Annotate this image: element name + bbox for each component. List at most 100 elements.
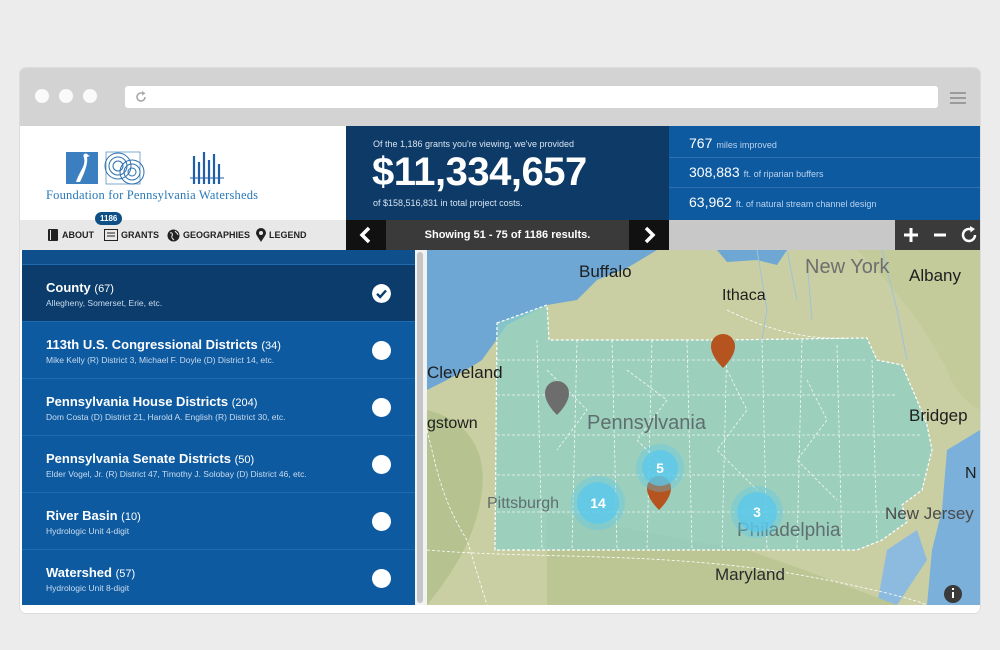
browser-chrome [20,68,980,126]
zoom-in-button[interactable] [897,220,925,250]
geography-count: (204) [231,397,258,409]
geography-item-house[interactable]: Pennsylvania House Districts (204) Dom C… [22,378,415,436]
window-dot-maximize[interactable] [83,89,97,103]
nav-about-label: ABOUT [62,230,94,240]
geography-name: Pennsylvania Senate Districts [46,451,231,466]
window-dot-minimize[interactable] [59,89,73,103]
map-cluster-3[interactable]: 3 [737,492,777,532]
checkmark-icon[interactable] [372,284,391,303]
map-label-maryland: Maryland [715,565,785,584]
geography-list: County (67) Allegheny, Somerset, Erie, e… [22,250,415,605]
radio-button[interactable] [372,512,391,531]
stat-riparian: 308,883 ft. of riparian buffers [689,164,823,180]
nav-geographies[interactable]: GEOGRAPHIES [167,220,250,250]
nav-grants-label: GRANTS [121,230,159,240]
radio-button[interactable] [372,455,391,474]
main-nav: ABOUT GRANTS 1186 GEOGRAPHIES LEGEND [20,212,346,250]
geography-name: 113th U.S. Congressional Districts [46,337,258,352]
funding-amount: $11,334,657 [372,150,587,194]
nav-legend[interactable]: LEGEND [256,220,307,250]
geography-item-county[interactable]: County (67) Allegheny, Somerset, Erie, e… [22,264,415,322]
reset-map-button[interactable] [955,220,980,250]
geography-count: (67) [94,283,114,295]
grants-icon [104,229,118,241]
plus-icon [904,228,918,242]
geography-title: Pennsylvania House Districts (204) [46,394,257,409]
geography-count: (57) [115,568,136,580]
nav-about[interactable]: ABOUT [47,220,94,250]
geography-item-watershed[interactable]: Watershed (57) Hydrologic Unit 8-digit [22,549,415,607]
globe-icon [167,229,180,241]
map-view[interactable]: Buffalo Ithaca New York Albany Cleveland… [427,250,980,605]
map-label-pennsylvania: Pennsylvania [587,412,706,434]
grants-count-badge: 1186 [95,212,123,225]
stat-label: ft. of riparian buffers [743,169,824,179]
map-label-cleveland: Cleveland [427,363,503,382]
minus-icon [934,233,946,237]
window-dot-close[interactable] [35,89,49,103]
results-pager: Showing 51 - 75 of 1186 results. [346,220,669,250]
nav-legend-label: LEGEND [269,230,307,240]
geography-title: County (67) [46,280,114,295]
refresh-icon [961,226,977,243]
map-cluster-5[interactable]: 5 [642,450,678,486]
scroll-thumb[interactable] [417,252,423,603]
reload-icon[interactable] [133,89,149,105]
stat-value: 308,883 [689,164,740,180]
map-label-edge: N [965,465,977,482]
map-label-albany: Albany [909,266,961,285]
geography-item-river-basin[interactable]: River Basin (10) Hydrologic Unit 4-digit [22,492,415,550]
app: Foundation for Pennsylvania Watersheds A… [20,126,980,613]
chevron-left-icon [359,226,371,244]
list-scrollbar[interactable] [415,250,427,605]
funding-intro: Of the 1,186 grants you're viewing, we'v… [373,139,575,149]
geography-title: River Basin (10) [46,508,141,523]
nav-geographies-label: GEOGRAPHIES [183,230,251,240]
geography-examples: Hydrologic Unit 4-digit [46,526,130,536]
map-label-ithaca: Ithaca [722,287,766,304]
map-label-youngstown: gstown [427,415,478,432]
map-label-pittsburgh: Pittsburgh [487,495,560,512]
geography-title: Watershed (57) [46,565,135,580]
funding-summary: Of the 1,186 grants you're viewing, we'v… [346,126,669,220]
geography-name: Pennsylvania House Districts [46,394,229,409]
list-header-strip [22,250,415,264]
geography-examples: Dom Costa (D) District 21, Harold A. Eng… [46,412,286,422]
chevron-right-icon [644,226,656,244]
stat-miles: 767 miles improved [689,135,777,151]
stat-stream: 63,962 ft. of natural stream channel desi… [689,194,876,210]
map-pin-icon [256,228,266,242]
geography-examples: Allegheny, Somerset, Erie, etc. [46,298,163,308]
radio-button[interactable] [372,341,391,360]
geography-examples: Mike Kelly (R) District 3, Michael F. Do… [46,355,275,365]
results-range: Showing 51 - 75 of 1186 results. [424,229,591,241]
next-page-button[interactable] [629,220,669,250]
geography-count: (10) [121,511,141,523]
address-bar[interactable] [125,86,938,108]
stat-divider [669,187,980,188]
browser-window: Foundation for Pennsylvania Watersheds A… [20,68,980,613]
geography-name: River Basin [46,508,118,523]
prev-page-button[interactable] [346,220,386,250]
map-label-buffalo: Buffalo [579,262,632,281]
radio-button[interactable] [372,569,391,588]
geography-item-congressional[interactable]: 113th U.S. Congressional Districts (34) … [22,321,415,379]
stat-value: 767 [689,135,713,151]
stat-label: miles improved [716,140,777,150]
geography-count: (34) [261,340,281,352]
zoom-out-button[interactable] [926,220,954,250]
geography-examples: Hydrologic Unit 8-digit [46,583,130,593]
radio-button[interactable] [372,398,391,417]
map-info-button[interactable] [944,585,962,603]
geography-count: (50) [234,454,255,466]
geography-name: Watershed [46,565,112,580]
map-cluster-14[interactable]: 14 [577,482,619,524]
map-toolbar [669,220,980,250]
geography-title: 113th U.S. Congressional Districts (34) [46,337,281,352]
geography-item-senate[interactable]: Pennsylvania Senate Districts (50) Elder… [22,435,415,493]
foundation-logo[interactable] [66,148,236,186]
browser-menu-icon[interactable] [950,92,966,106]
stat-divider [669,157,980,158]
map-zoom-controls [895,220,980,250]
geography-examples: Elder Vogel, Jr. (R) District 47, Timoth… [46,469,307,479]
